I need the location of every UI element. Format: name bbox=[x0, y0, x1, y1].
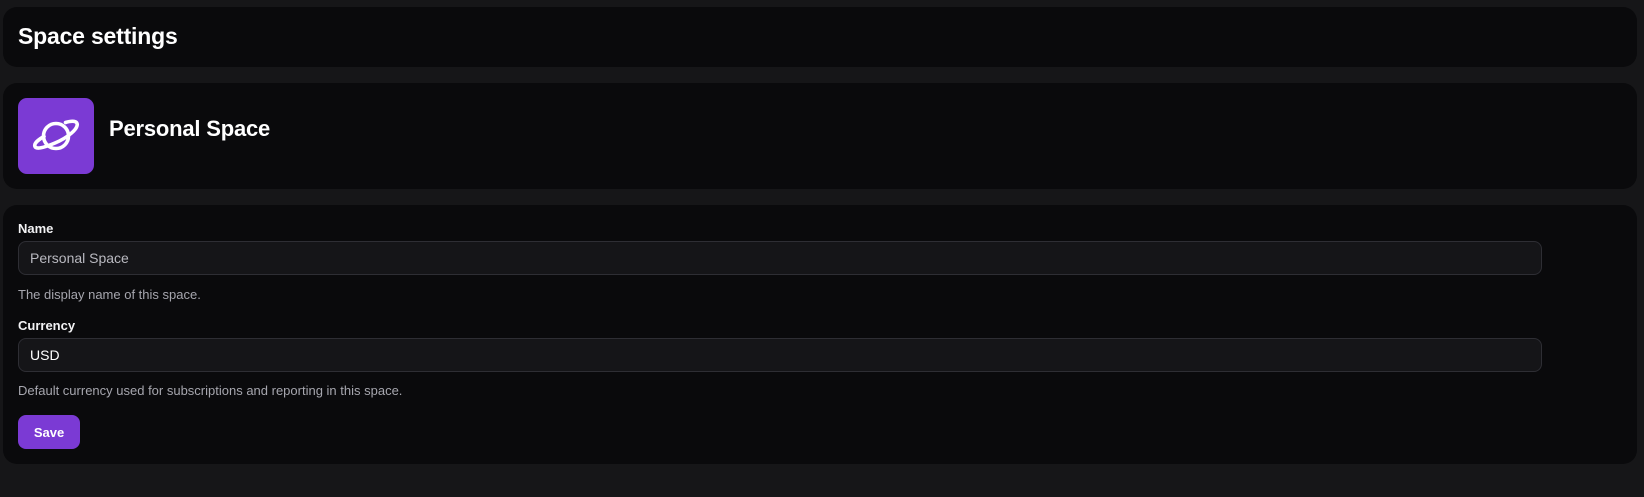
space-summary-card: Personal Space bbox=[3, 83, 1637, 189]
page-title: Space settings bbox=[18, 23, 178, 49]
space-avatar bbox=[18, 98, 94, 174]
currency-helper-text: Default currency used for subscriptions … bbox=[18, 383, 403, 398]
space-settings-page: Space settings Personal Space Name The d… bbox=[0, 0, 1644, 497]
currency-input[interactable] bbox=[18, 338, 1542, 372]
page-header: Space settings bbox=[3, 7, 1637, 67]
name-helper-text: The display name of this space. bbox=[18, 287, 201, 302]
save-button[interactable]: Save bbox=[18, 415, 80, 449]
currency-label: Currency bbox=[18, 318, 76, 333]
name-input[interactable] bbox=[18, 241, 1542, 275]
space-settings-form: Name The display name of this space. Cur… bbox=[3, 205, 1637, 464]
planet-icon bbox=[32, 119, 79, 151]
name-label: Name bbox=[18, 221, 54, 236]
space-name: Personal Space bbox=[109, 116, 271, 141]
